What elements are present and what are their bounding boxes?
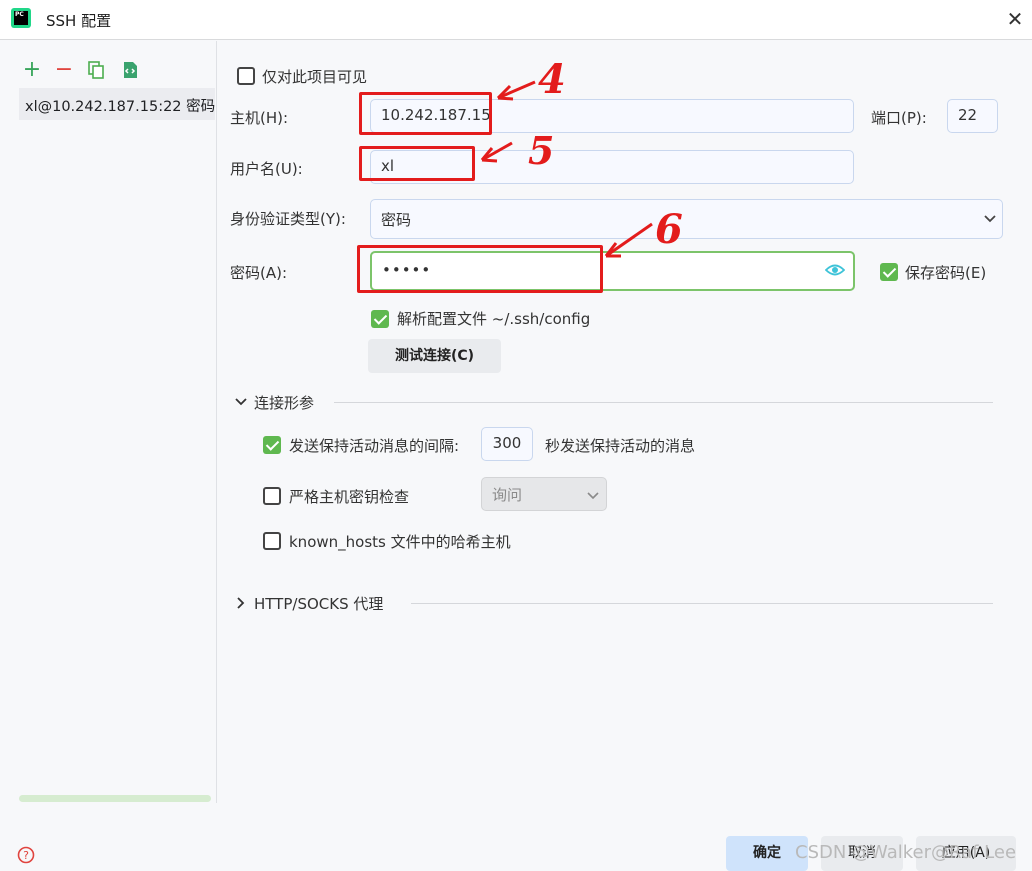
annotation-box-host	[359, 92, 492, 135]
hash-hosts-checkbox[interactable]	[263, 532, 281, 550]
keepalive-suffix: 秒发送保持活动的消息	[545, 437, 696, 455]
chevron-down-icon	[586, 488, 600, 502]
server-list-panel	[0, 41, 217, 803]
eye-icon[interactable]	[824, 262, 846, 278]
parse-config-checkbox[interactable]	[371, 310, 389, 328]
annotation-box-username	[359, 146, 475, 181]
port-input[interactable]: 22	[947, 99, 998, 133]
proxy-section-title[interactable]: HTTP/SOCKS 代理	[254, 593, 383, 614]
keepalive-checkbox[interactable]	[263, 436, 281, 454]
keepalive-interval-input[interactable]: 300	[481, 427, 533, 461]
copy-icon[interactable]	[86, 60, 106, 80]
annotation-number-4: 4	[538, 56, 566, 103]
chevron-right-icon[interactable]	[233, 595, 249, 611]
svg-text:?: ?	[23, 849, 29, 862]
save-password-checkbox[interactable]	[880, 263, 898, 281]
pycharm-icon: PC	[11, 8, 31, 28]
watermark: CSDN @Walker@Raf Lee	[795, 842, 1017, 863]
save-password-label: 保存密码(E)	[905, 264, 987, 282]
test-connection-button[interactable]: 测试连接(C)	[368, 339, 501, 373]
host-label: 主机(H):	[230, 109, 289, 127]
parse-config-label: 解析配置文件 ~/.ssh/config	[397, 310, 591, 328]
chevron-down-icon[interactable]	[233, 394, 249, 410]
visible-only-project-label: 仅对此项目可见	[262, 68, 368, 86]
title-bar	[0, 0, 1032, 40]
visible-only-project-checkbox[interactable]	[237, 67, 255, 85]
export-icon[interactable]	[120, 60, 140, 80]
username-label: 用户名(U):	[230, 160, 303, 178]
annotation-number-5: 5	[528, 128, 555, 173]
connection-params-title[interactable]: 连接形参	[254, 392, 314, 413]
auth-type-label: 身份验证类型(Y):	[230, 210, 346, 228]
password-label: 密码(A):	[230, 264, 288, 282]
chevron-down-icon	[982, 210, 998, 226]
app-icon-text: PC	[14, 11, 28, 25]
help-icon[interactable]: ?	[17, 846, 35, 864]
annotation-arrows	[480, 80, 653, 258]
section-divider	[411, 603, 993, 604]
add-icon[interactable]: +	[22, 59, 42, 81]
window-title: SSH 配置	[46, 12, 112, 30]
strict-host-value: 询问	[492, 486, 523, 504]
port-label: 端口(P):	[871, 109, 927, 127]
remove-icon[interactable]: −	[54, 59, 74, 81]
annotation-number-6: 6	[655, 206, 683, 253]
strict-host-label: 严格主机密钥检查	[289, 488, 410, 506]
auth-type-value: 密码	[381, 211, 412, 229]
strict-host-checkbox[interactable]	[263, 487, 281, 505]
section-divider	[334, 402, 993, 403]
horizontal-scrollbar[interactable]	[19, 795, 211, 802]
auth-type-select[interactable]: 密码	[370, 199, 1003, 239]
keepalive-label: 发送保持活动消息的间隔:	[289, 437, 460, 455]
close-icon[interactable]: ✕	[1004, 8, 1026, 30]
server-list-item[interactable]: xl@10.242.187.15:22 密码	[19, 88, 215, 120]
hash-hosts-label: known_hosts 文件中的哈希主机	[289, 533, 511, 551]
